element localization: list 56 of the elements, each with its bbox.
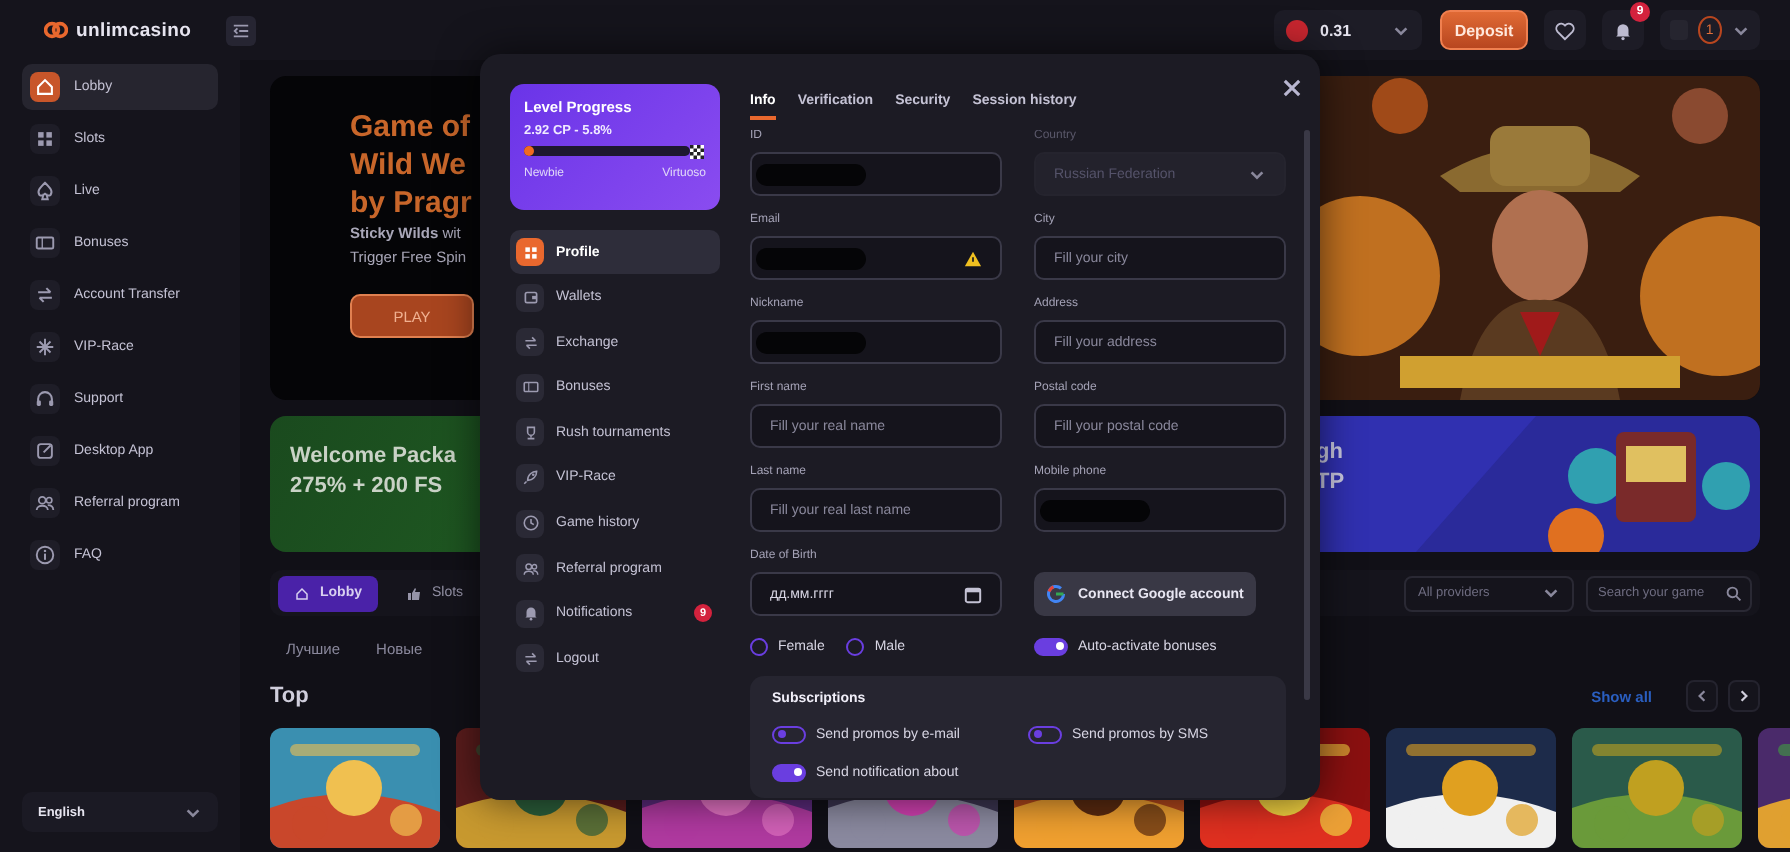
grid-icon xyxy=(34,128,56,150)
input-field[interactable] xyxy=(750,320,1002,364)
chevron-down-icon xyxy=(1732,21,1750,39)
input-field[interactable] xyxy=(750,236,1002,280)
input-field[interactable] xyxy=(1034,488,1286,532)
chevron-right-icon xyxy=(1736,688,1752,704)
heart-icon xyxy=(1554,19,1576,41)
grid-icon xyxy=(521,243,539,261)
chevron-down-icon xyxy=(1542,584,1560,602)
logo-icon xyxy=(44,20,68,40)
bell-icon xyxy=(521,604,539,623)
info-icon xyxy=(34,544,56,566)
scrollbar[interactable] xyxy=(1304,130,1310,700)
clock-icon xyxy=(521,514,539,533)
wallet-icon xyxy=(521,288,539,307)
spade-icon xyxy=(34,180,56,202)
chevron-down-icon xyxy=(1392,21,1410,39)
ticket-icon xyxy=(521,378,539,397)
finish-flag-icon xyxy=(690,143,704,159)
headset-icon xyxy=(34,388,56,410)
thumbs-up-icon xyxy=(406,585,422,601)
promo-text: TP xyxy=(1316,470,1345,494)
previous-button[interactable] xyxy=(1686,680,1718,712)
banner-headline: by Pragr xyxy=(350,184,472,222)
arrows-icon xyxy=(34,284,56,306)
favorites-button[interactable] xyxy=(1544,10,1586,50)
chevron-down-icon xyxy=(1248,165,1266,183)
banner-headline: Game of xyxy=(350,108,471,146)
collapse-sidebar-button[interactable] xyxy=(226,15,256,45)
collapse-icon xyxy=(232,21,250,39)
logo-text: unlimcasino xyxy=(76,19,192,41)
promo-text: 275% + 200 FS xyxy=(290,474,443,498)
balance-selector[interactable]: 0.31 xyxy=(1274,10,1422,50)
arrows-icon xyxy=(521,333,539,352)
house-icon xyxy=(34,76,56,98)
sparkle-icon xyxy=(34,336,56,358)
deposit-button[interactable]: Deposit xyxy=(1440,10,1528,50)
input-field[interactable] xyxy=(750,152,1002,196)
google-icon xyxy=(1046,584,1066,604)
ticket-icon xyxy=(34,232,56,254)
banner-headline: Wild We xyxy=(350,146,466,184)
next-button[interactable] xyxy=(1728,680,1760,712)
chevron-down-icon xyxy=(184,803,202,821)
people-icon xyxy=(521,559,539,578)
close-button[interactable] xyxy=(1280,76,1304,100)
search-icon xyxy=(1726,585,1742,601)
bell-icon xyxy=(1612,19,1634,41)
link-icon xyxy=(34,440,56,462)
calendar-icon xyxy=(964,585,982,603)
house-icon xyxy=(294,585,310,601)
arrows-icon xyxy=(521,649,539,668)
promo-text: Welcome Packa xyxy=(290,444,456,468)
people-icon xyxy=(34,492,56,514)
chevron-left-icon xyxy=(1694,688,1710,704)
section-title: Top xyxy=(270,684,309,708)
trophy-icon xyxy=(521,423,539,442)
